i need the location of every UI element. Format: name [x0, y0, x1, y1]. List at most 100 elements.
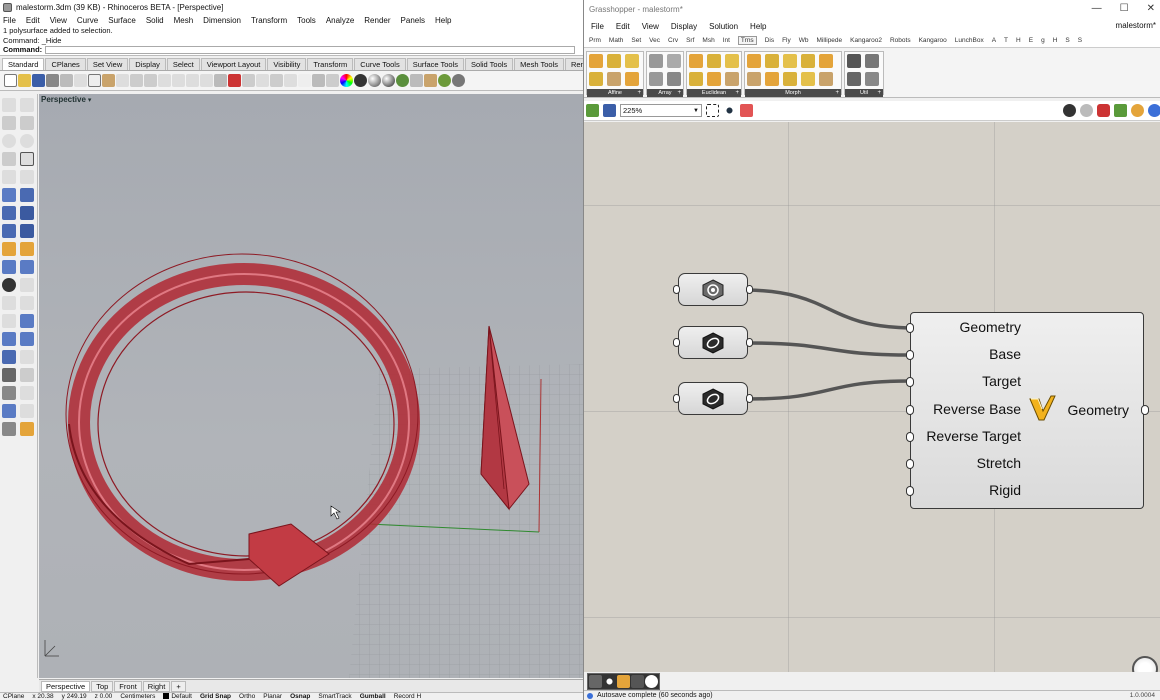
- toolbar-tab-cplanes[interactable]: CPlanes: [45, 58, 86, 70]
- shaded-icon[interactable]: [354, 74, 367, 87]
- perspective-viewport[interactable]: Perspective ▾: [39, 94, 583, 678]
- gh-tab-t[interactable]: T: [1004, 37, 1008, 44]
- gh-tab-mesh[interactable]: Msh: [702, 37, 714, 44]
- help-icon[interactable]: [452, 74, 465, 87]
- select-icon[interactable]: [256, 74, 269, 87]
- rectangular-array-icon[interactable]: [667, 72, 681, 86]
- move-away-icon[interactable]: [725, 54, 739, 68]
- stretch-icon[interactable]: [765, 72, 779, 86]
- gh-canvas[interactable]: Geometry Base Target Reverse Base Revers…: [584, 122, 1160, 672]
- box-icon[interactable]: [2, 206, 16, 220]
- lock-icon[interactable]: [312, 74, 325, 87]
- transform-icon[interactable]: [2, 260, 16, 274]
- shear-component-icon[interactable]: [625, 72, 639, 86]
- toggle-smarttrack[interactable]: SmartTrack: [318, 693, 351, 700]
- gh-tab-s[interactable]: S: [1065, 37, 1069, 44]
- toolbar-tab-mesh-tools[interactable]: Mesh Tools: [514, 58, 564, 70]
- preview-shaded-icon[interactable]: [1080, 104, 1093, 117]
- polar-array-icon[interactable]: [667, 54, 681, 68]
- pan-icon[interactable]: [130, 74, 143, 87]
- rhino-menu-solid[interactable]: Solid: [146, 16, 164, 25]
- polygon-icon[interactable]: [2, 152, 16, 166]
- compound-icon[interactable]: [847, 54, 861, 68]
- gh-tab-intersect[interactable]: Int: [723, 37, 730, 44]
- curve-array-icon[interactable]: [649, 54, 663, 68]
- preview-selected-icon[interactable]: [1097, 104, 1110, 117]
- select-arrow-icon[interactable]: [2, 98, 16, 112]
- gh-tab-display[interactable]: Dis: [765, 37, 774, 44]
- zoom-window-icon[interactable]: [172, 74, 185, 87]
- splop-icon[interactable]: [801, 72, 815, 86]
- gh-tab-fly[interactable]: Fly: [782, 37, 791, 44]
- toggle-record-history[interactable]: Record H: [394, 693, 421, 700]
- rotate-3d-icon[interactable]: [689, 72, 703, 86]
- gear-icon[interactable]: [424, 74, 437, 87]
- gh-tab-params[interactable]: Prm: [589, 37, 601, 44]
- render-mesh-icon[interactable]: [2, 404, 16, 418]
- loft-icon[interactable]: [20, 188, 34, 202]
- cut-icon[interactable]: [74, 74, 87, 87]
- toolbar-tab-curve-tools[interactable]: Curve Tools: [354, 58, 406, 70]
- point-icon[interactable]: [20, 98, 34, 112]
- move-to-icon[interactable]: [707, 54, 721, 68]
- orient-component-icon[interactable]: [607, 54, 621, 68]
- box-morph-icon[interactable]: [783, 54, 797, 68]
- extrude-icon[interactable]: [20, 206, 34, 220]
- gh-tab-transform[interactable]: Trns: [737, 36, 757, 45]
- output-port-geometry[interactable]: [1141, 405, 1149, 415]
- gh-tab-maths[interactable]: Math: [609, 37, 623, 44]
- snap-icon[interactable]: [2, 422, 16, 436]
- command-input[interactable]: [45, 45, 576, 54]
- join-icon[interactable]: [20, 278, 34, 292]
- circle-icon[interactable]: [2, 134, 16, 148]
- blend-box-icon[interactable]: [765, 54, 779, 68]
- eye-icon[interactable]: [723, 104, 736, 117]
- gh-tab-vector[interactable]: Vec: [649, 37, 660, 44]
- ribbon-group-label[interactable]: Util: [845, 89, 883, 97]
- zoom-icon[interactable]: [158, 74, 171, 87]
- gh-menu-display[interactable]: Display: [671, 22, 697, 31]
- polyline-icon[interactable]: [2, 116, 16, 130]
- zoom-dropdown[interactable]: 225% ▼: [620, 104, 702, 117]
- dimension-icon[interactable]: [20, 242, 34, 256]
- trash-icon[interactable]: [589, 674, 602, 688]
- taper-icon[interactable]: [747, 72, 761, 86]
- gh-menu-file[interactable]: File: [591, 22, 604, 31]
- box-mapping-icon[interactable]: [607, 72, 621, 86]
- rhino-menu-file[interactable]: File: [3, 16, 16, 25]
- split-icon[interactable]: [2, 350, 16, 364]
- gh-menu-edit[interactable]: Edit: [616, 22, 630, 31]
- mesh-icon[interactable]: [2, 242, 16, 256]
- linear-array-icon[interactable]: [649, 72, 663, 86]
- gh-tab-a[interactable]: A: [992, 37, 996, 44]
- four-views-icon[interactable]: [214, 74, 227, 87]
- material-icon[interactable]: [396, 74, 409, 87]
- rendered-icon[interactable]: [368, 74, 381, 87]
- rhino-menu-analyze[interactable]: Analyze: [326, 16, 354, 25]
- zoom-extents-icon[interactable]: [186, 74, 199, 87]
- rhino-menu-edit[interactable]: Edit: [26, 16, 40, 25]
- paint-icon[interactable]: [20, 422, 34, 436]
- lightbulb-icon[interactable]: [298, 74, 311, 87]
- gh-menu-solution[interactable]: Solution: [709, 22, 738, 31]
- rectangle-icon[interactable]: [20, 152, 34, 166]
- rhino-menu-help[interactable]: Help: [435, 16, 451, 25]
- ribbon-group-label[interactable]: Array: [647, 89, 683, 97]
- move-icon[interactable]: [20, 260, 34, 274]
- gh-tab-lunchbox[interactable]: LunchBox: [955, 37, 984, 44]
- view-tab-perspective[interactable]: Perspective: [41, 680, 91, 692]
- ellipse-icon[interactable]: [20, 134, 34, 148]
- preview-quality-icon[interactable]: [1131, 104, 1144, 117]
- view-tab-top[interactable]: Top: [91, 680, 114, 692]
- toggle-grid-snap[interactable]: Grid Snap: [200, 693, 231, 700]
- split-transform-icon[interactable]: [865, 54, 879, 68]
- toggle-planar[interactable]: Planar: [263, 693, 282, 700]
- minimize-icon[interactable]: —: [1092, 3, 1102, 14]
- grasshopper-icon[interactable]: [438, 74, 451, 87]
- toolbar-tab-render-tools[interactable]: Render Tools: [564, 58, 583, 70]
- array-icon[interactable]: [2, 332, 16, 346]
- check-icon[interactable]: [20, 404, 34, 418]
- mirror-icon[interactable]: [20, 314, 34, 328]
- boolean-icon[interactable]: [2, 278, 16, 292]
- twist-icon[interactable]: [819, 54, 833, 68]
